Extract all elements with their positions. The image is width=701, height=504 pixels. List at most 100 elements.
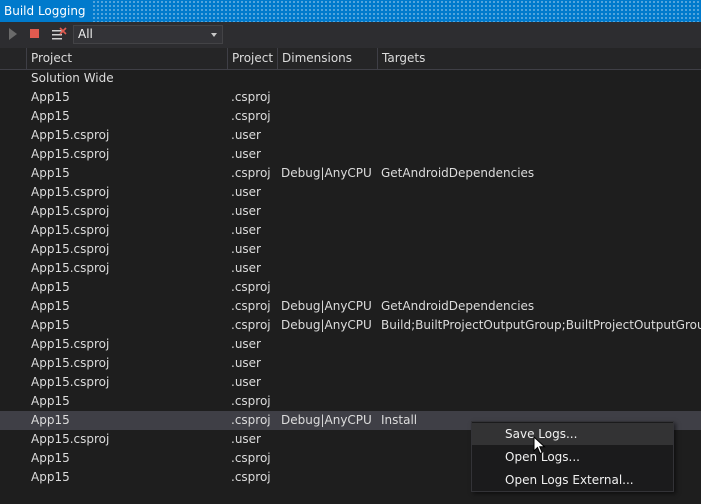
cell-project-type: .user xyxy=(231,242,261,256)
table-row[interactable]: App15 .csproj Debug|AnyCPU Build;BuiltProje… xyxy=(0,316,701,335)
column-header-project[interactable]: Project xyxy=(26,48,227,69)
cell-dimensions xyxy=(281,259,376,278)
cell-dimensions xyxy=(281,449,376,468)
cell-dimensions: Debug|AnyCPU xyxy=(281,299,372,313)
cell-project: App15 xyxy=(31,394,70,408)
cell-project: App15 xyxy=(31,109,70,123)
cell-project-type: .user xyxy=(231,204,261,218)
cell-targets xyxy=(381,392,701,411)
cell-targets xyxy=(381,126,701,145)
cell-project: App15.csproj xyxy=(31,261,110,275)
cell-targets xyxy=(381,259,701,278)
cell-project: App15.csproj xyxy=(31,128,110,142)
cell-targets: GetAndroidDependencies xyxy=(381,299,535,313)
cell-project: App15.csproj xyxy=(31,337,110,351)
cell-project: App15 xyxy=(31,280,70,294)
table-row[interactable]: App15.csproj .user xyxy=(0,202,701,221)
cell-project-type: .user xyxy=(231,356,261,370)
cell-project: App15.csproj xyxy=(31,375,110,389)
column-header-project-type[interactable]: Project xyxy=(227,48,277,69)
cell-targets xyxy=(381,373,701,392)
cell-project: App15 xyxy=(31,470,70,484)
cell-project: App15 xyxy=(31,413,70,427)
table-row[interactable]: App15.csproj .user xyxy=(0,373,701,392)
cell-project-type xyxy=(231,69,276,88)
menu-item-open-logs-external[interactable]: Open Logs External... xyxy=(472,469,673,491)
table-row[interactable]: App15.csproj .user xyxy=(0,335,701,354)
table-row[interactable]: App15 .csproj Debug|AnyCPU GetAndroidDepend… xyxy=(0,164,701,183)
cell-project-type: .user xyxy=(231,223,261,237)
mouse-cursor-icon xyxy=(533,435,546,459)
cell-targets xyxy=(381,145,701,164)
menu-item-save-logs[interactable]: Save Logs... xyxy=(472,423,673,445)
cell-targets: GetAndroidDependencies xyxy=(381,166,535,180)
table-row[interactable]: App15.csproj .user xyxy=(0,145,701,164)
table-row[interactable]: App15.csproj .user xyxy=(0,240,701,259)
cell-project: App15.csproj xyxy=(31,204,110,218)
cell-dimensions xyxy=(281,354,376,373)
cell-targets xyxy=(381,221,701,240)
window-title: Build Logging xyxy=(0,0,92,22)
cell-project: App15.csproj xyxy=(31,185,110,199)
play-icon[interactable] xyxy=(8,27,24,43)
cell-targets xyxy=(381,354,701,373)
title-bar[interactable]: Build Logging xyxy=(0,0,701,22)
cell-targets xyxy=(381,335,701,354)
cell-dimensions: Debug|AnyCPU xyxy=(281,413,372,427)
cell-dimensions xyxy=(281,107,376,126)
cell-targets xyxy=(381,240,701,259)
toolbar: All xyxy=(0,22,701,48)
cell-project-type: .csproj xyxy=(231,166,271,180)
cell-project: App15.csproj xyxy=(31,356,110,370)
clear-icon[interactable] xyxy=(51,27,67,43)
cell-project-type: .user xyxy=(231,185,261,199)
chevron-down-icon[interactable] xyxy=(211,33,217,37)
table-row[interactable]: App15.csproj .user xyxy=(0,259,701,278)
cell-project-type: .csproj xyxy=(231,394,271,408)
cell-project: App15 xyxy=(31,318,70,332)
cell-project-type: .csproj xyxy=(231,470,271,484)
menu-item-open-logs[interactable]: Open Logs... xyxy=(472,446,673,468)
cell-project-type: .user xyxy=(231,375,261,389)
table-row[interactable]: App15.csproj .user xyxy=(0,126,701,145)
table-row[interactable]: App15.csproj .user xyxy=(0,221,701,240)
filter-dropdown[interactable]: All xyxy=(73,25,223,44)
cell-dimensions: Debug|AnyCPU xyxy=(281,318,372,332)
table-row[interactable]: App15.csproj .user xyxy=(0,183,701,202)
column-header-targets[interactable]: Targets xyxy=(377,48,701,69)
table-row[interactable]: App15 .csproj xyxy=(0,107,701,126)
filter-dropdown-value: All xyxy=(78,27,93,41)
cell-project: App15.csproj xyxy=(31,223,110,237)
table-row[interactable]: App15 .csproj xyxy=(0,392,701,411)
cell-dimensions xyxy=(281,88,376,107)
table-row[interactable]: App15 .csproj xyxy=(0,278,701,297)
cell-project-type: .csproj xyxy=(231,318,271,332)
cell-dimensions xyxy=(281,335,376,354)
cell-dimensions xyxy=(281,392,376,411)
table-row[interactable]: App15 .csproj Debug|AnyCPU GetAndroidDepend… xyxy=(0,297,701,316)
table-row[interactable]: App15 .csproj xyxy=(0,88,701,107)
cell-project: App15.csproj xyxy=(31,432,110,446)
cell-project: App15.csproj xyxy=(31,242,110,256)
cell-project-type: .user xyxy=(231,261,261,275)
cell-targets xyxy=(381,183,701,202)
cell-dimensions xyxy=(281,240,376,259)
column-header-dimensions[interactable]: Dimensions xyxy=(277,48,377,69)
cell-project: App15 xyxy=(31,299,70,313)
cell-dimensions xyxy=(281,221,376,240)
cell-targets: Build;BuiltProjectOutputGroup;BuiltProje… xyxy=(381,318,701,332)
stop-icon[interactable] xyxy=(29,27,45,43)
cell-dimensions xyxy=(281,183,376,202)
cell-targets xyxy=(381,88,701,107)
cell-project: App15 xyxy=(31,451,70,465)
cell-project-type: .user xyxy=(231,432,261,446)
table-row[interactable]: Solution Wide xyxy=(0,69,701,88)
cell-project: App15.csproj xyxy=(31,147,110,161)
table-row[interactable]: App15.csproj .user xyxy=(0,354,701,373)
cell-dimensions xyxy=(281,373,376,392)
cell-dimensions xyxy=(281,145,376,164)
cell-project-type: .csproj xyxy=(231,90,271,104)
cell-targets xyxy=(381,107,701,126)
cell-project-type: .csproj xyxy=(231,109,271,123)
cell-dimensions xyxy=(281,430,376,449)
